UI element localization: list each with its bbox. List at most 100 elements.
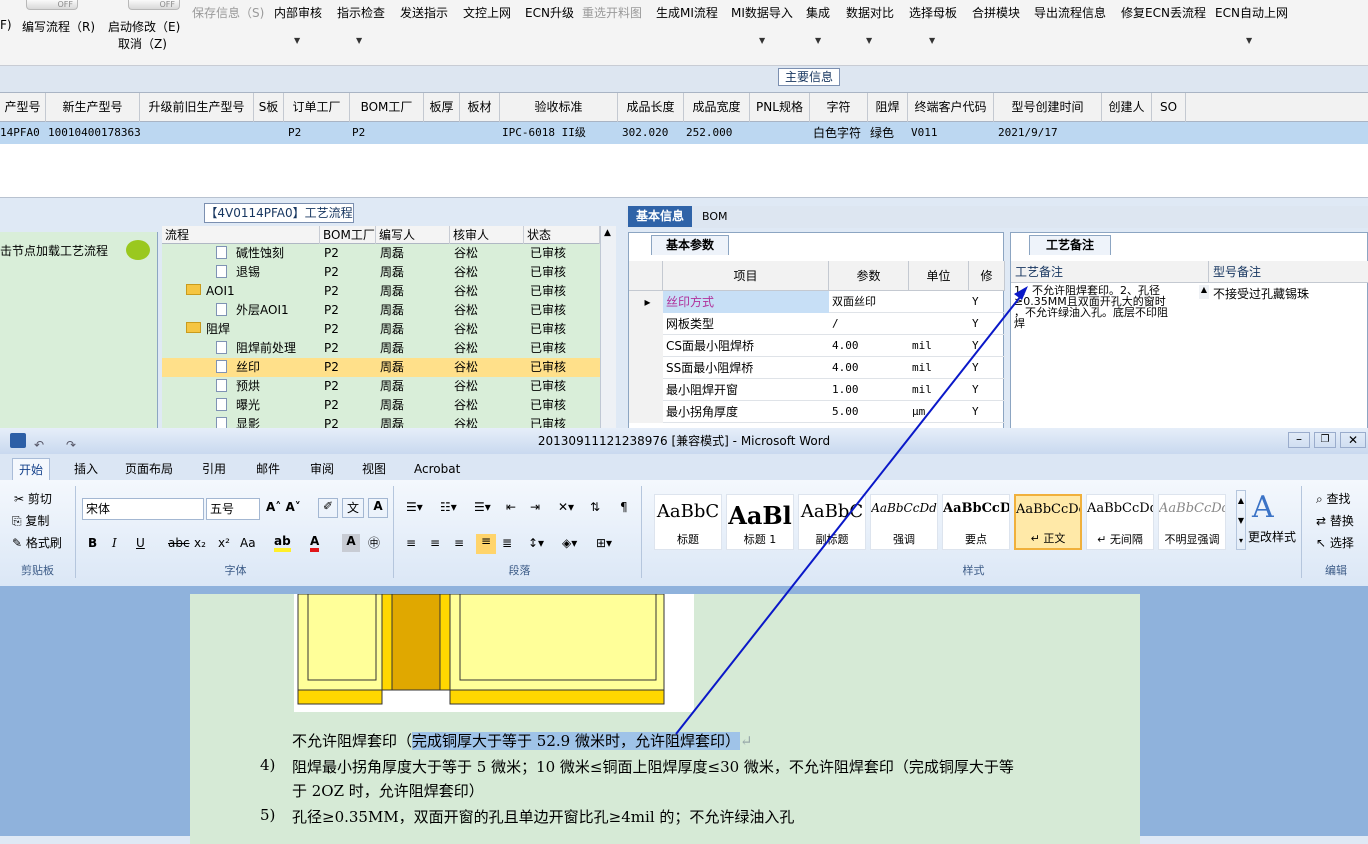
doc-line-4b[interactable]: 于 2OZ 时，允许阻焊套印） [292,780,484,801]
reselect-cutting-button[interactable]: 重选开料图 [582,4,642,21]
change-case-button[interactable]: Aa [240,536,256,550]
style-gallery-item[interactable]: AaBbCcDd 不明显强调 [1158,494,1226,550]
style-gallery-item[interactable]: AaBbC 副标题 [798,494,866,550]
column-header[interactable]: 参数 [829,261,909,291]
highlight-button[interactable]: ab [274,534,291,552]
tab-basic-params[interactable]: 基本参数 [651,235,729,255]
merge-module-button[interactable]: 合拼模块 [972,4,1020,21]
column-header[interactable]: 新生产型号 [46,93,140,122]
param-value[interactable]: 4.00 [829,335,909,357]
change-styles-icon[interactable]: A [1252,490,1274,525]
change-styles-button[interactable]: 更改样式 [1248,528,1296,545]
bullets-button[interactable]: ☰▾ [406,500,423,514]
doc-control-online-button[interactable]: 文控上网 [463,4,511,21]
column-header[interactable]: 板材 [460,93,500,122]
restore-icon[interactable]: ❐ [1314,432,1336,448]
column-header[interactable]: 订单工厂 [284,93,350,122]
column-header[interactable]: 板厚 [424,93,460,122]
ecn-auto-online-button[interactable]: ECN自动上网 [1215,4,1288,21]
chevron-down-icon[interactable]: ▼ [759,36,765,45]
chevron-down-icon[interactable]: ▼ [294,36,300,45]
strikethrough-button[interactable]: abc [168,536,190,550]
generate-mi-flow-button[interactable]: 生成MI流程 [656,4,718,21]
column-header[interactable]: 流程 [162,226,320,244]
tab-process-remarks[interactable]: 工艺备注 [1029,235,1111,255]
grow-font-button[interactable]: A˄ A˅ [266,500,301,514]
column-header[interactable]: 创建人 [1102,93,1152,122]
scrollbar[interactable]: ▲ [600,226,616,434]
start-modify-button[interactable]: 启动修改（E) [108,18,180,35]
column-header[interactable]: 字符 [810,93,868,122]
enclose-char-button[interactable]: ㊥ [368,534,380,551]
send-instruction-button[interactable]: 发送指示 [400,4,448,21]
show-marks-button[interactable]: ¶ [620,500,628,514]
char-border-button[interactable]: A [368,498,388,518]
multilevel-list-button[interactable]: ☰▾ [474,500,491,514]
minimize-icon[interactable]: – [1288,432,1310,448]
increase-indent-button[interactable]: ⇥ [530,500,540,514]
export-flow-info-button[interactable]: 导出流程信息 [1034,4,1106,21]
char-shading-button[interactable]: A [342,534,360,552]
param-value[interactable]: 4.00 [829,357,909,379]
font-size-select[interactable]: 五号 [206,498,260,520]
save-info-button[interactable]: 保存信息（S) [192,4,264,21]
select-button[interactable]: ↖ 选择 [1316,534,1354,551]
decrease-indent-button[interactable]: ⇤ [506,500,516,514]
find-button[interactable]: ⌕ 查找 [1316,490,1351,507]
column-header[interactable]: 升级前旧生产型号 [140,93,254,122]
text-direction-button[interactable]: ✕▾ [558,500,574,514]
close-icon[interactable]: ✕ [1340,432,1366,448]
column-header[interactable]: 修 [969,261,1005,291]
column-header[interactable]: 验收标准 [500,93,618,122]
model-remark-text[interactable]: 不接受过孔藏锡珠 [1213,285,1309,302]
repair-ecn-flow-button[interactable]: 修复ECN丢流程 [1121,4,1206,21]
italic-button[interactable]: I [112,536,117,550]
select-motherboard-button[interactable]: 选择母板 [909,4,957,21]
data-compare-button[interactable]: 数据对比 [846,4,894,21]
column-header[interactable]: S板 [254,93,284,122]
tab-review[interactable]: 审阅 [304,458,340,480]
tab-page-layout[interactable]: 页面布局 [119,458,179,480]
line-spacing-button[interactable]: ↕▾ [528,536,544,550]
table-row[interactable]: ▸ 丝印方式 双面丝印 Y [629,291,1005,313]
doc-line-1[interactable]: 不允许阻焊套印（完成铜厚大于等于 52.9 微米时，允许阻焊套印）↵ [292,730,753,751]
table-row[interactable]: 最小拐角厚度 5.00 μm Y [629,401,1005,423]
tree-node[interactable]: 外层AOI1 P2 周磊 谷松 已审核 [162,301,600,320]
tree-node[interactable]: 阻焊前处理 P2 周磊 谷松 已审核 [162,339,600,358]
column-header[interactable]: 状态 [524,226,600,244]
ecn-upgrade-button[interactable]: ECN升级 [525,4,574,21]
numbering-button[interactable]: ☷▾ [440,500,457,514]
replace-button[interactable]: ⇄ 替换 [1316,512,1354,529]
column-header[interactable]: SO [1152,93,1186,122]
tree-node[interactable]: 阻焊 P2 周磊 谷松 已审核 [162,320,600,339]
cancel-button[interactable]: 取消（Z) [118,35,167,52]
column-header[interactable]: 成品宽度 [684,93,750,122]
internal-review-button[interactable]: 内部审核 [274,4,322,21]
tab-acrobat[interactable]: Acrobat [408,458,466,480]
chevron-down-icon[interactable]: ▼ [866,36,872,45]
tab-view[interactable]: 视图 [356,458,392,480]
process-remark-text[interactable]: 1、不允许阻焊套印。2、孔径 ≥0.35MM且双面开孔大的窗时 ，不允许绿油入孔… [1014,285,1200,329]
font-name-select[interactable]: 宋体 [82,498,204,520]
column-header[interactable]: 阻焊 [868,93,908,122]
write-flow-button[interactable]: 编写流程（R) [22,18,95,35]
style-gallery-item[interactable]: AaBl 标题 1 [726,494,794,550]
document-page[interactable]: 不允许阻焊套印（完成铜厚大于等于 52.9 微米时，允许阻焊套印）↵ 4) 阻焊… [190,593,1140,844]
borders-button[interactable]: ⊞▾ [596,536,612,550]
style-gallery-item[interactable]: AaBbCcDd ↵ 正文 [1014,494,1082,550]
column-header[interactable]: 型号创建时间 [994,93,1102,122]
sort-button[interactable]: ⇅ [590,500,600,514]
column-header[interactable]: 编写人 [376,226,450,244]
align-left-button[interactable]: ≡ [406,536,416,550]
justify-button[interactable]: ≡ [476,534,496,554]
integrate-button[interactable]: 集成 [806,4,830,21]
chevron-down-icon[interactable]: ▼ [929,36,935,45]
param-value[interactable]: 5.00 [829,401,909,423]
tree-node[interactable]: 丝印 P2 周磊 谷松 已审核 [162,358,600,377]
cut-button[interactable]: ✂ 剪切 [14,490,52,507]
table-row[interactable]: SS面最小阻焊桥 4.00 mil Y [629,357,1005,379]
distribute-button[interactable]: ≣ [502,536,512,550]
align-center-button[interactable]: ≡ [430,536,440,550]
table-row[interactable]: 最小阻焊开窗 1.00 mil Y [629,379,1005,401]
format-painter-button[interactable]: ✎ 格式刷 [12,534,62,551]
